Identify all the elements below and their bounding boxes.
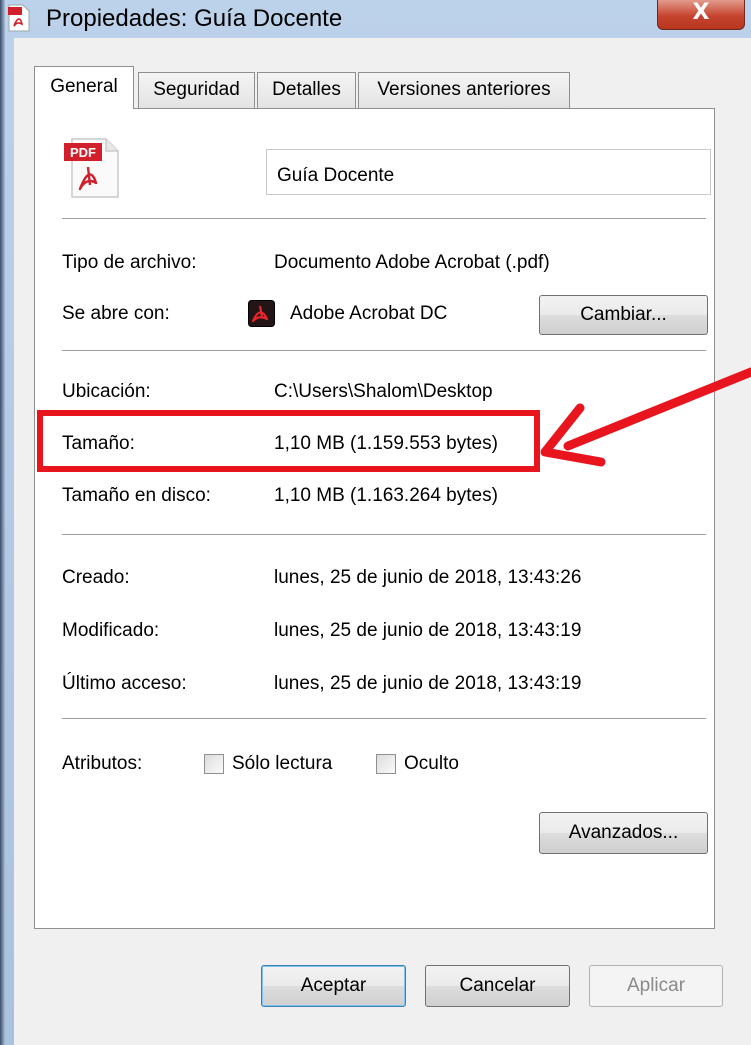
tab-general-label: General (50, 76, 118, 97)
annotation-arrow-icon (540, 367, 751, 467)
tab-general[interactable]: General (34, 66, 134, 109)
properties-window: Propiedades: Guía Docente X General Segu… (0, 0, 751, 1045)
